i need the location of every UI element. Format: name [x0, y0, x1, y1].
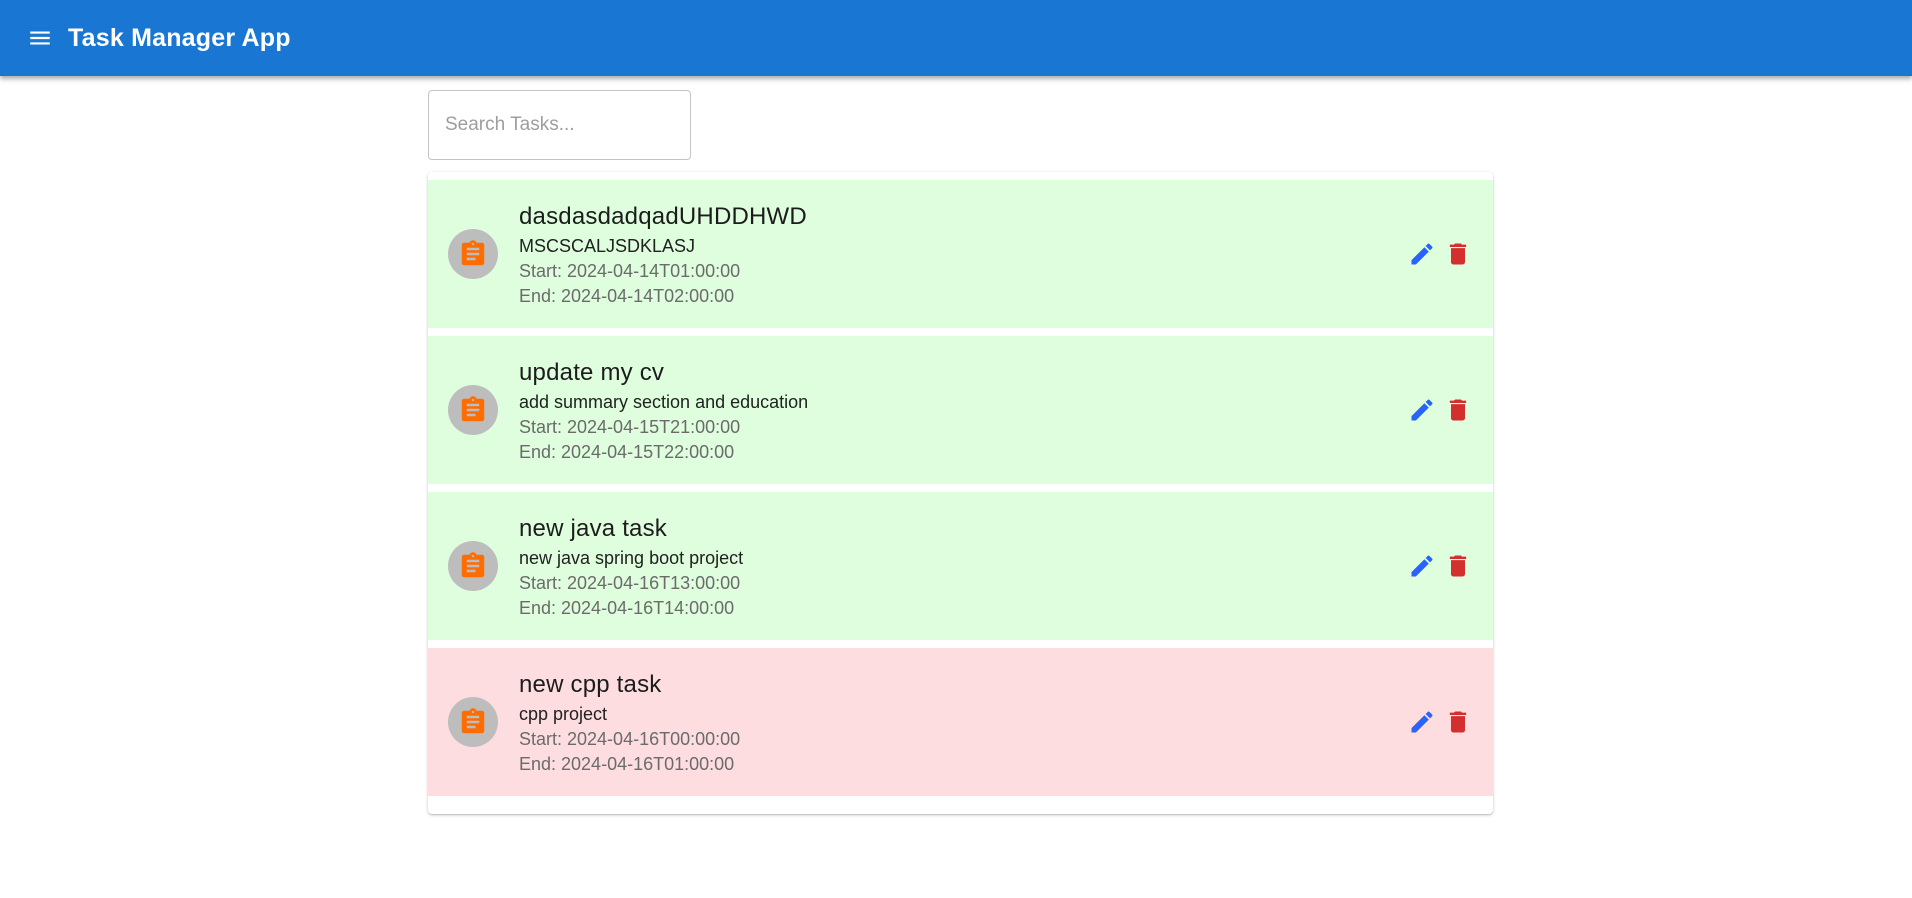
task-avatar — [448, 229, 498, 279]
search-input[interactable] — [429, 91, 690, 159]
edit-icon — [1411, 243, 1433, 265]
task-title: new cpp task — [519, 670, 662, 698]
task-description: cpp project — [519, 703, 608, 724]
edit-icon — [1411, 399, 1433, 421]
task-text: new java task new java spring boot proje… — [519, 512, 1401, 621]
task-actions — [1401, 392, 1473, 428]
task-actions — [1401, 704, 1473, 740]
edit-button[interactable] — [1407, 392, 1437, 428]
assignment-icon — [461, 552, 485, 578]
task-end-time: End: 2024-04-16T14:00:00 — [519, 597, 735, 618]
task-description: add summary section and education — [519, 391, 809, 412]
menu-button[interactable] — [16, 14, 64, 62]
delete-icon — [1449, 399, 1467, 421]
task-start-time: Start: 2024-04-15T21:00:00 — [519, 416, 741, 437]
task-avatar — [448, 541, 498, 591]
task-title: update my cv — [519, 358, 665, 386]
task-text: new cpp task cpp project Start: 2024-04-… — [519, 668, 1401, 777]
delete-button[interactable] — [1443, 548, 1473, 584]
task-title: dasdasdadqadUHDDHWD — [519, 202, 807, 230]
task-text: update my cv add summary section and edu… — [519, 356, 1401, 465]
task-description: new java spring boot project — [519, 547, 744, 568]
task-end-time: End: 2024-04-14T02:00:00 — [519, 285, 735, 306]
task-start-time: Start: 2024-04-16T13:00:00 — [519, 572, 741, 593]
task-description: MSCSCALJSDKLASJ — [519, 235, 696, 256]
task-actions — [1401, 236, 1473, 272]
edit-button[interactable] — [1407, 236, 1437, 272]
task-avatar — [448, 697, 498, 747]
task-actions — [1401, 548, 1473, 584]
delete-button[interactable] — [1443, 392, 1473, 428]
assignment-icon — [461, 396, 485, 422]
app-title: Task Manager App — [68, 23, 291, 52]
menu-icon — [30, 31, 50, 45]
assignment-icon — [461, 708, 485, 734]
search-field[interactable] — [428, 90, 691, 160]
task-start-time: Start: 2024-04-16T00:00:00 — [519, 728, 741, 749]
task-text: dasdasdadqadUHDDHWD MSCSCALJSDKLASJ Star… — [519, 200, 1401, 309]
delete-icon — [1449, 711, 1467, 733]
app-bar: Task Manager App — [0, 0, 1912, 76]
task-item[interactable]: new cpp task cpp project Start: 2024-04-… — [428, 648, 1493, 796]
delete-icon — [1449, 555, 1467, 577]
delete-icon — [1449, 243, 1467, 265]
assignment-icon — [461, 240, 485, 266]
delete-button[interactable] — [1443, 704, 1473, 740]
task-item[interactable]: update my cv add summary section and edu… — [428, 336, 1493, 484]
edit-button[interactable] — [1407, 548, 1437, 584]
task-item[interactable]: dasdasdadqadUHDDHWD MSCSCALJSDKLASJ Star… — [428, 180, 1493, 328]
task-item[interactable]: new java task new java spring boot proje… — [428, 492, 1493, 640]
delete-button[interactable] — [1443, 236, 1473, 272]
edit-icon — [1411, 555, 1433, 577]
task-avatar — [448, 385, 498, 435]
edit-icon — [1411, 711, 1433, 733]
task-start-time: Start: 2024-04-14T01:00:00 — [519, 260, 741, 281]
task-end-time: End: 2024-04-15T22:00:00 — [519, 441, 735, 462]
task-title: new java task — [519, 514, 668, 542]
task-end-time: End: 2024-04-16T01:00:00 — [519, 753, 735, 774]
edit-button[interactable] — [1407, 704, 1437, 740]
task-list: dasdasdadqadUHDDHWD MSCSCALJSDKLASJ Star… — [428, 172, 1493, 814]
